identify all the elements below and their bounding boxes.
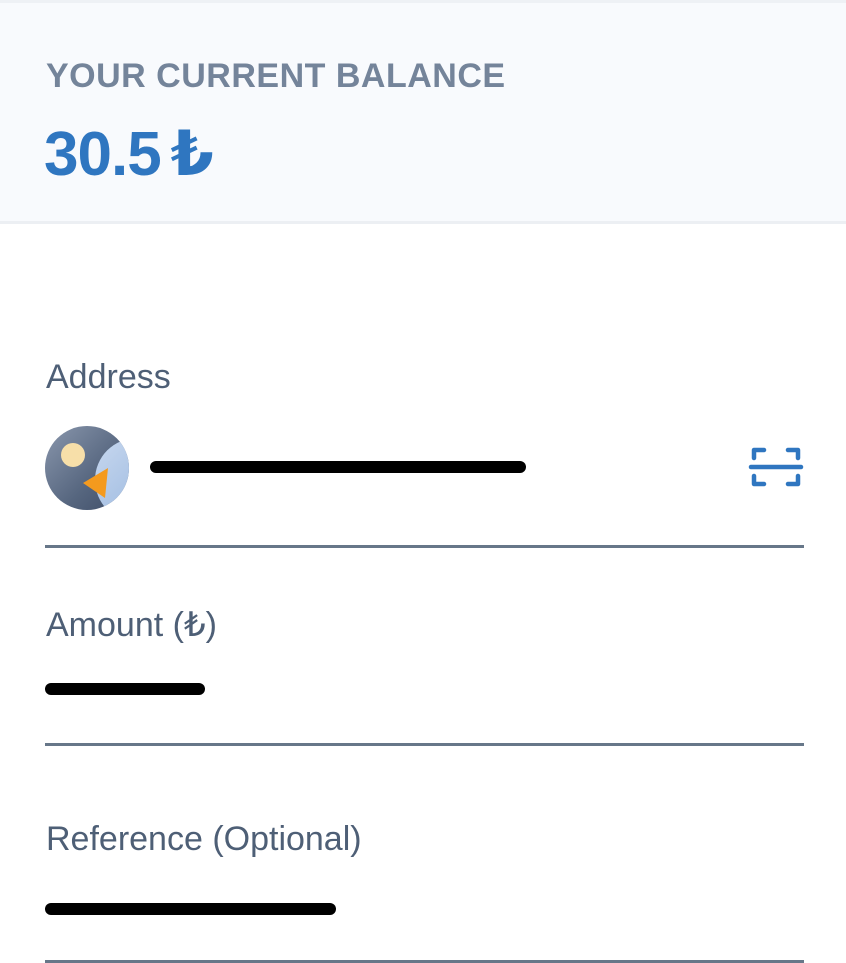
address-underline [45, 545, 804, 548]
amount-input[interactable] [45, 680, 804, 704]
currency-symbol: ₺ [170, 120, 214, 189]
reference-value-redacted [45, 903, 336, 915]
reference-input[interactable] [45, 900, 804, 924]
reference-label: Reference (Optional) [46, 820, 362, 858]
address-label: Address [46, 358, 171, 396]
balance-label: YOUR CURRENT BALANCE [46, 57, 506, 95]
contact-avatar-icon[interactable] [45, 426, 129, 510]
address-value-redacted [150, 461, 526, 473]
balance-value: 30.5 [44, 120, 162, 189]
qr-scan-icon [748, 447, 804, 487]
amount-label: Amount (₺) [46, 606, 217, 644]
amount-underline [45, 743, 804, 746]
amount-value-redacted [45, 683, 205, 695]
balance-amount: 30.5 ₺ [44, 117, 214, 190]
balance-panel: YOUR CURRENT BALANCE 30.5 ₺ [0, 3, 846, 224]
qr-scan-button[interactable] [748, 444, 804, 490]
address-input[interactable] [150, 458, 710, 478]
